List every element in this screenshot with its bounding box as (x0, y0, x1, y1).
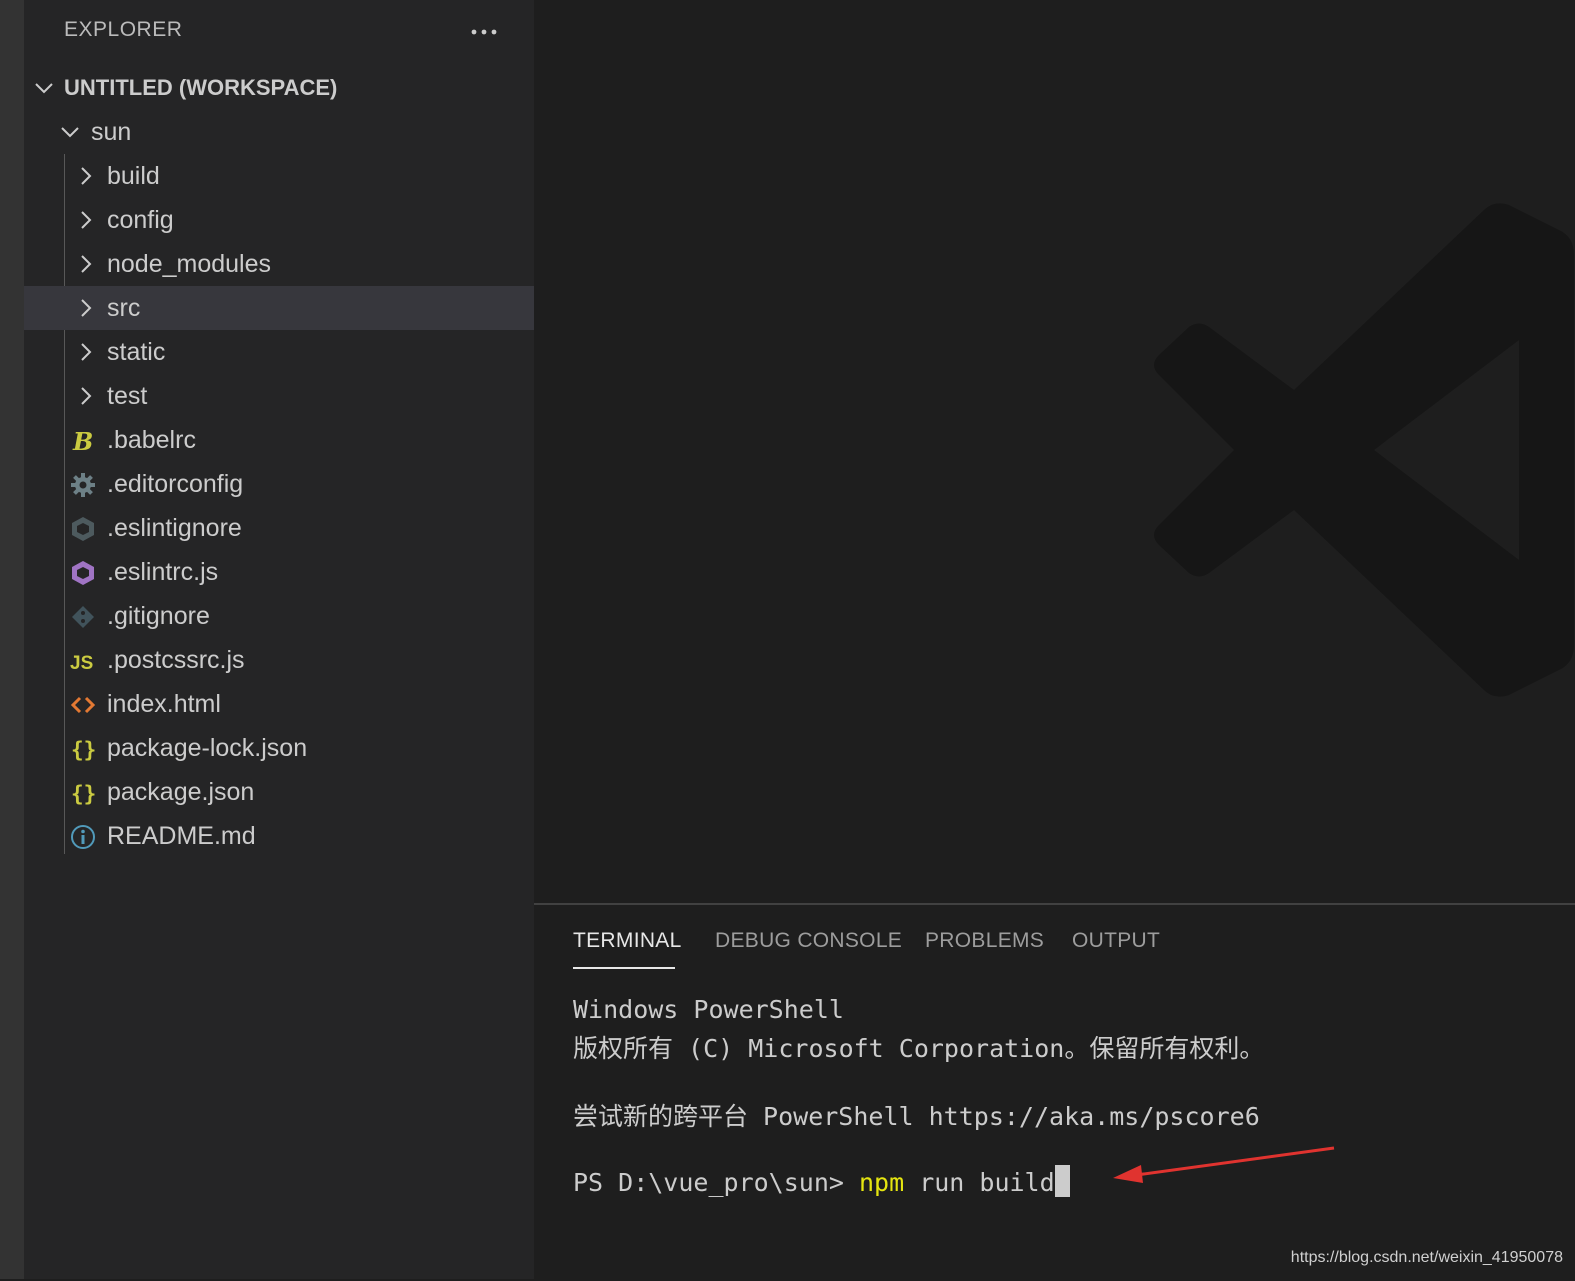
tree-folder-static[interactable]: static (24, 330, 534, 374)
tree-file-postcssrc-js[interactable]: JS .postcssrc.js (24, 638, 534, 682)
info-icon (70, 824, 96, 850)
explorer-title: EXPLORER (64, 18, 183, 41)
tree-file-index-html[interactable]: index.html (24, 682, 534, 726)
terminal-command-npm: npm (858, 1168, 905, 1197)
chevron-right-icon (76, 166, 96, 191)
terminal-prompt: PS D:\vue_pro\sun> (573, 1168, 859, 1197)
editor-area (534, 0, 1575, 903)
tree-folder-sun[interactable]: sun (24, 110, 534, 154)
chevron-right-icon (76, 386, 96, 411)
chevron-down-icon (60, 122, 80, 147)
tree-file-babelrc[interactable]: B .babelrc (24, 418, 534, 462)
explorer-sidebar: EXPLORER UNTITLED (WORKSPACE) sun build c… (24, 0, 534, 1279)
tree-item-label: node_modules (107, 250, 272, 278)
blog-watermark: https://blog.csdn.net/weixin_41950078 (1290, 1249, 1563, 1266)
tree-item-label: config (107, 206, 174, 234)
tree-folder-test[interactable]: test (24, 374, 534, 418)
terminal-command-args: run build (904, 1168, 1055, 1197)
chevron-right-icon (76, 210, 96, 235)
eslint-icon (70, 560, 96, 586)
tree-folder-config[interactable]: config (24, 198, 534, 242)
tree-file-gitignore[interactable]: .gitignore (24, 594, 534, 638)
chevron-down-icon (34, 78, 54, 103)
chevron-right-icon (76, 342, 96, 367)
tab-terminal[interactable]: TERMINAL (573, 929, 682, 953)
tree-folder-node-modules[interactable]: node_modules (24, 242, 534, 286)
tree-file-readme-md[interactable]: README.md (24, 814, 534, 858)
html-icon (70, 692, 96, 718)
terminal-prompt-line[interactable]: PS D:\vue_pro\sun> npm run build (573, 1165, 1070, 1197)
tab-problems[interactable]: PROBLEMS (925, 929, 1044, 953)
tab-debug-console[interactable]: DEBUG CONSOLE (715, 929, 902, 953)
svg-text:{}: {} (71, 738, 96, 762)
git-icon (70, 604, 96, 630)
activity-bar (0, 0, 24, 1279)
ellipsis-icon[interactable] (466, 10, 506, 50)
tree-item-label: package-lock.json (107, 734, 308, 762)
tree-file-editorconfig[interactable]: .editorconfig (24, 462, 534, 506)
bottom-panel: TERMINAL DEBUG CONSOLE PROBLEMS OUTPUT W… (534, 903, 1575, 1281)
gear-icon (70, 472, 96, 498)
json-icon: {} (70, 780, 96, 806)
active-tab-indicator (573, 967, 675, 969)
eslint-ignore-icon (70, 516, 96, 542)
babel-icon: B (70, 427, 96, 456)
chevron-right-icon (76, 298, 96, 323)
tab-output[interactable]: OUTPUT (1072, 929, 1160, 953)
tree-item-label: src (107, 294, 141, 322)
tree-item-label: .babelrc (107, 426, 196, 454)
tree-item-label: package.json (107, 778, 255, 806)
svg-text:JS: JS (70, 653, 93, 674)
tree-file-package-json[interactable]: {} package.json (24, 770, 534, 814)
svg-text:B: B (72, 428, 93, 454)
tree-item-label: index.html (107, 690, 221, 718)
tree-item-label: sun (91, 118, 132, 146)
terminal-line: 尝试新的跨平台 PowerShell https://aka.ms/pscore… (573, 1102, 1260, 1131)
terminal-line: 版权所有 (C) Microsoft Corporation。保留所有权利。 (573, 1034, 1265, 1063)
tree-folder-build[interactable]: build (24, 154, 534, 198)
tree-item-label: .eslintignore (107, 514, 242, 542)
svg-text:{}: {} (71, 782, 96, 806)
tree-item-label: build (107, 162, 160, 190)
terminal-line: Windows PowerShell (573, 995, 844, 1024)
workspace-label: UNTITLED (WORKSPACE) (64, 75, 338, 100)
workspace-header[interactable]: UNTITLED (WORKSPACE) (24, 66, 534, 110)
tree-file-eslintrc-js[interactable]: .eslintrc.js (24, 550, 534, 594)
tree-folder-src[interactable]: src (24, 286, 534, 330)
javascript-icon: JS (70, 648, 96, 674)
chevron-right-icon (76, 254, 96, 279)
vscode-logo-watermark (1154, 203, 1574, 697)
tree-item-label: README.md (107, 822, 256, 850)
tree-item-label: .editorconfig (107, 470, 244, 498)
tree-file-eslintignore[interactable]: .eslintignore (24, 506, 534, 550)
tree-item-label: test (107, 382, 148, 410)
tree-item-label: .eslintrc.js (107, 558, 219, 586)
terminal-cursor (1054, 1165, 1070, 1197)
annotation-arrow (1113, 1146, 1335, 1183)
tree-item-label: static (107, 338, 166, 366)
json-icon: {} (70, 736, 96, 762)
tree-file-package-lock-json[interactable]: {} package-lock.json (24, 726, 534, 770)
tree-item-label: .postcssrc.js (107, 646, 245, 674)
tree-item-label: .gitignore (107, 602, 210, 630)
